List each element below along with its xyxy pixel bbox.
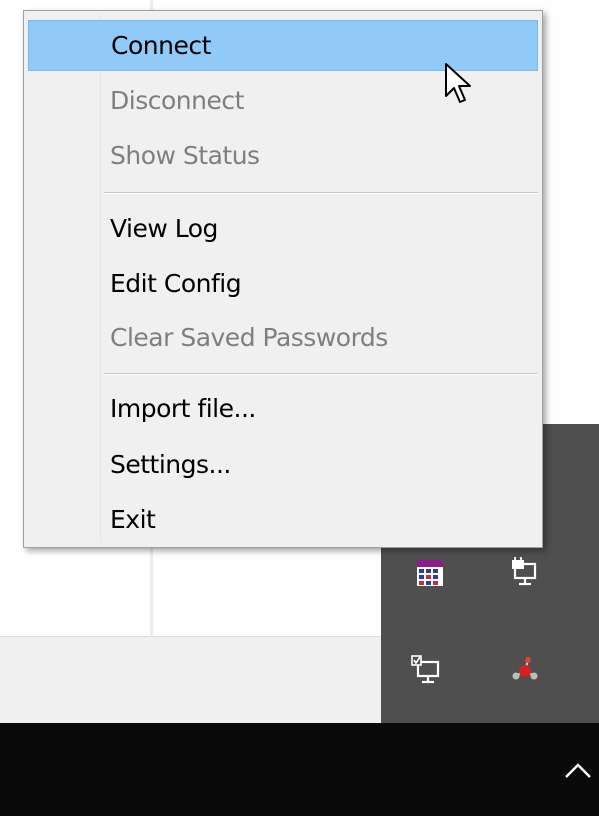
menu-separator	[104, 373, 538, 375]
menu-item-clear-saved-passwords[interactable]: Clear Saved Passwords	[28, 312, 538, 363]
menu-item-label: Exit	[110, 505, 156, 534]
menu-item-label: Disconnect	[110, 86, 244, 115]
menu-item-label: Edit Config	[110, 269, 242, 298]
menu-item-edit-config[interactable]: Edit Config	[28, 258, 538, 309]
menu-item-exit[interactable]: Exit	[28, 494, 538, 545]
menu-item-label: Show Status	[110, 141, 260, 170]
mouse-cursor-icon	[444, 62, 474, 106]
menu-item-label: Connect	[111, 31, 211, 60]
menu-item-settings[interactable]: Settings...	[28, 439, 538, 490]
menu-item-show-status[interactable]: Show Status	[28, 130, 538, 181]
calendar-app-icon[interactable]	[414, 557, 446, 589]
network-lock-icon[interactable]	[509, 557, 541, 589]
taskbar	[0, 723, 599, 816]
molecule-app-icon[interactable]	[509, 654, 541, 686]
network-monitor-icon[interactable]	[410, 654, 442, 686]
menu-item-label: View Log	[110, 214, 218, 243]
menu-item-label: Import file...	[110, 394, 256, 423]
menu-item-view-log[interactable]: View Log	[28, 203, 538, 254]
menu-item-label: Settings...	[110, 450, 231, 479]
menu-item-label: Clear Saved Passwords	[110, 323, 388, 352]
chevron-up-icon[interactable]	[561, 753, 595, 787]
menu-item-import-file[interactable]: Import file...	[28, 383, 538, 434]
menu-separator	[104, 192, 538, 194]
